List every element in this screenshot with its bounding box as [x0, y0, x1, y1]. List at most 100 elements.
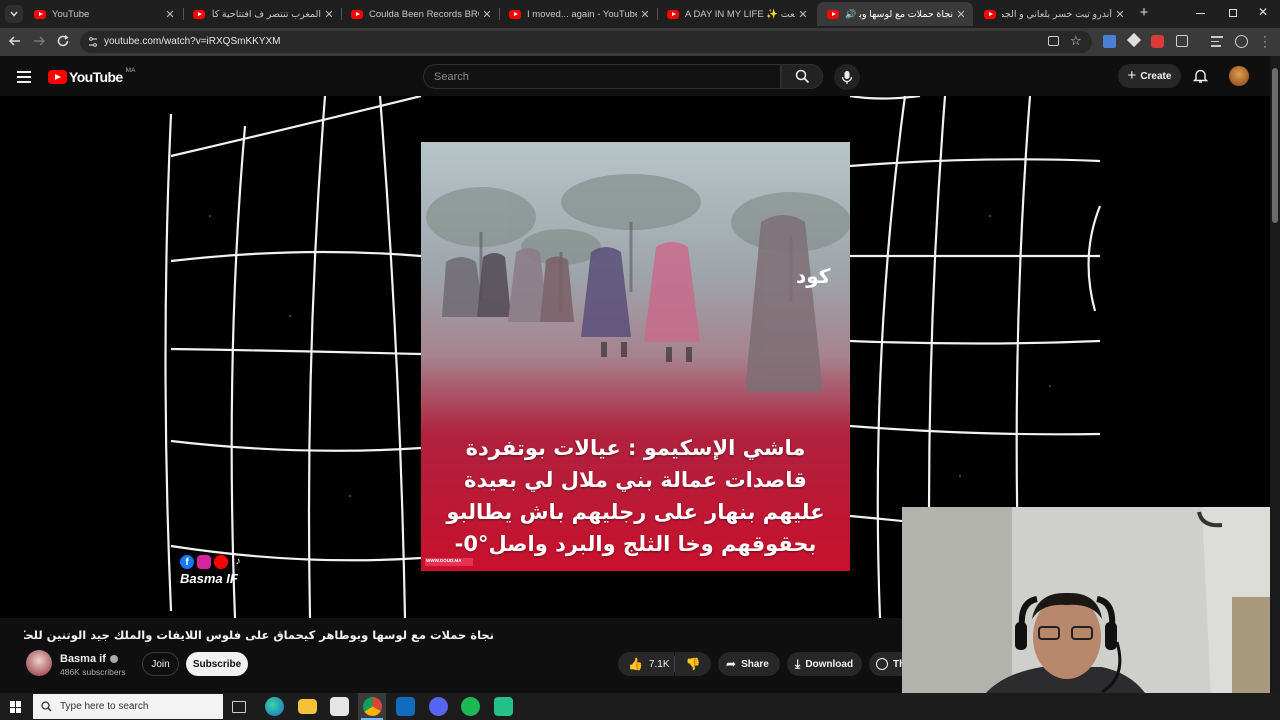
audio-playing-icon[interactable]: 🔊 [845, 9, 856, 20]
search-icon [41, 701, 52, 712]
close-tab-icon[interactable]: ✕ [637, 8, 653, 21]
minimize-window-button[interactable] [1196, 7, 1206, 19]
youtube-favicon-icon [34, 9, 46, 19]
notifications-bell-icon[interactable] [1192, 68, 1209, 89]
tab-search-button[interactable] [5, 5, 23, 23]
share-arrow-icon: ➦ [726, 657, 737, 671]
windows-start-icon[interactable] [10, 701, 22, 713]
video-title: نجاة حملات مع لوسها وبوطاهر كيحماق على ف… [24, 628, 494, 642]
media-controls-icon[interactable] [1211, 36, 1223, 47]
arrow-left-icon [8, 36, 20, 46]
microphone-icon [841, 70, 853, 84]
url-text: youtube.com/watch?v=iRXQSmKKYXM [104, 36, 281, 47]
close-tab-icon[interactable]: ✕ [953, 8, 969, 21]
download-button[interactable]: ⤓ Download [787, 652, 862, 676]
youtube-favicon-icon [667, 9, 679, 19]
browser-tab[interactable]: I moved... again - YouTube ✕ [499, 2, 657, 26]
site-info-icon[interactable] [87, 36, 99, 48]
browser-tab[interactable]: YouTube ✕ [24, 2, 182, 26]
hamburger-menu-icon[interactable] [17, 71, 31, 83]
search-input[interactable] [423, 64, 781, 89]
close-tab-icon[interactable]: ✕ [1112, 8, 1128, 21]
translate-extension-icon[interactable] [1103, 35, 1116, 48]
browser-tab-strip: YouTube ✕ المغرب تنتصر ف افتتاحية كأس ال… [0, 0, 1280, 28]
channel-avatar[interactable] [26, 650, 52, 676]
youtube-favicon-icon [351, 9, 363, 19]
youtube-logo[interactable]: YouTube MA [48, 67, 135, 85]
close-tab-icon[interactable]: ✕ [795, 8, 811, 21]
video-content-frame: كود ماشي الإسكيمو : عيالات بوتفردة قاصدا… [421, 142, 850, 571]
bookmark-star-icon[interactable]: ☆ [1070, 33, 1082, 49]
app-icon[interactable] [494, 697, 513, 716]
subscribe-button[interactable]: Subscribe [186, 652, 248, 676]
outlook-icon[interactable] [396, 697, 415, 716]
chrome-icon[interactable] [363, 697, 382, 716]
scrollbar-thumb[interactable] [1272, 68, 1278, 223]
install-app-icon[interactable] [1048, 36, 1059, 46]
page-scrollbar[interactable] [1270, 56, 1280, 693]
webcam-overlay [902, 507, 1280, 720]
browser-tab[interactable]: Coulda Been Records BROOKLY ✕ [341, 2, 499, 26]
super-thanks-icon [876, 658, 888, 670]
discord-icon[interactable] [429, 697, 448, 716]
join-button[interactable]: Join [142, 652, 179, 676]
microsoft-store-icon[interactable] [330, 697, 349, 716]
browser-tab-active[interactable]: 🔊 نجاة حملات مع لوسها وبوطا ✕ [817, 2, 973, 26]
channel-name[interactable]: Basma if [60, 653, 118, 665]
close-window-button[interactable]: ✕ [1258, 5, 1268, 19]
thumbs-down-icon: 👎 [685, 657, 701, 671]
browser-tab[interactable]: المغرب تنتصر ف افتتاحية كأس الأ ✕ [183, 2, 341, 26]
close-tab-icon[interactable]: ✕ [479, 8, 495, 21]
address-bar[interactable]: youtube.com/watch?v=iRXQSmKKYXM ☆ [80, 31, 1092, 53]
browser-tab[interactable]: أندرو تيت خسر بلعاني و الجمهور ✕ [974, 2, 1132, 26]
youtube-favicon-icon [827, 9, 839, 19]
dislike-button[interactable]: 👎 [675, 652, 711, 676]
user-avatar[interactable] [1229, 66, 1249, 86]
subscriber-count: 486K subscribers [60, 667, 126, 677]
restore-window-button[interactable] [1229, 9, 1237, 17]
download-icon: ⤓ [795, 656, 801, 671]
instagram-icon [197, 555, 211, 569]
search-icon [795, 69, 809, 84]
extensions-puzzle-icon[interactable] [1176, 35, 1188, 47]
youtube-favicon-icon [193, 9, 205, 19]
create-button[interactable]: + Create [1118, 64, 1181, 88]
youtube-favicon-icon [509, 9, 521, 19]
close-tab-icon[interactable]: ✕ [321, 8, 337, 21]
video-caption-text: ماشي الإسكيمو : عيالات بوتفردة قاصدات عم… [446, 436, 825, 556]
extension-icon[interactable] [1126, 32, 1142, 48]
spotify-icon[interactable] [461, 697, 480, 716]
webcam-feed-image [902, 507, 1280, 720]
new-tab-button[interactable]: + [1136, 5, 1152, 21]
arrow-right-icon [34, 36, 46, 46]
edge-browser-icon[interactable] [265, 697, 284, 716]
reload-icon [57, 35, 69, 47]
like-button[interactable]: 👍 7.1K [618, 652, 674, 676]
reload-button[interactable] [56, 34, 70, 53]
youtube-icon [214, 555, 228, 569]
chevron-down-icon [10, 11, 18, 17]
browser-toolbar: youtube.com/watch?v=iRXQSmKKYXM ☆ · · · [0, 28, 1280, 56]
close-tab-icon[interactable]: ✕ [162, 8, 178, 21]
tiktok-icon: ♪ [235, 556, 241, 567]
youtube-play-logo-icon [48, 70, 67, 84]
taskbar-search-box[interactable]: Type here to search [33, 694, 223, 719]
browser-tab[interactable]: A DAY IN MY LIFE ✨ شعري نعت ✕ [657, 2, 815, 26]
file-explorer-icon[interactable] [298, 699, 317, 714]
back-button[interactable] [8, 34, 22, 53]
adblock-extension-icon[interactable] [1151, 35, 1164, 48]
search-button[interactable] [781, 64, 823, 89]
goud-brand-logo: كود [796, 264, 831, 288]
facebook-icon: f [180, 555, 194, 569]
plus-icon: + [1127, 67, 1137, 84]
task-view-icon[interactable] [232, 701, 246, 713]
channel-watermark: f ♪ Basma IF [180, 555, 245, 586]
youtube-header: YouTube MA + Create [0, 56, 1280, 96]
verified-check-icon [109, 655, 118, 663]
thumbs-up-icon: 👍 [628, 657, 643, 671]
forward-button[interactable] [32, 34, 46, 53]
chrome-menu-icon[interactable]: · · · [1263, 30, 1267, 52]
profile-icon[interactable] [1235, 35, 1248, 48]
voice-search-button[interactable] [834, 64, 860, 90]
share-button[interactable]: ➦ Share [718, 652, 780, 676]
